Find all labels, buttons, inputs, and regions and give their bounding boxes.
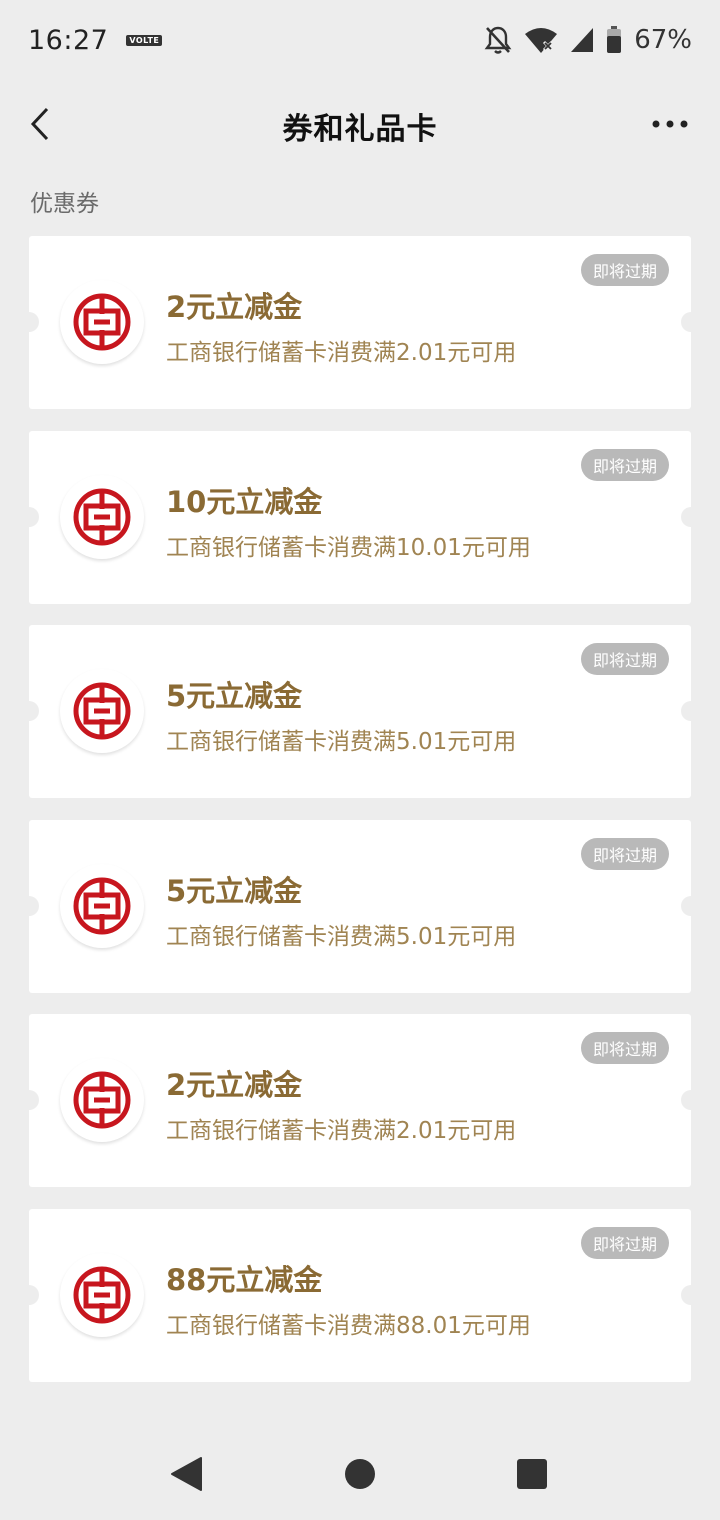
status-bar: 16:27 VOLTE 67%: [0, 0, 720, 80]
coupon-card[interactable]: 10元立减金 工商银行储蓄卡消费满10.01元可用 即将过期: [19, 430, 701, 604]
bank-logo: [60, 1058, 144, 1142]
coupon-title: 5元立减金: [166, 873, 303, 908]
coupon-desc: 工商银行储蓄卡消费满88.01元可用: [166, 1312, 531, 1339]
icbc-logo-icon: [73, 1266, 131, 1323]
battery-icon: [606, 26, 622, 54]
coupon-title: 2元立减金: [166, 1068, 303, 1102]
page-title: 券和礼品卡: [282, 112, 438, 147]
coupon-title: 10元立减金: [166, 484, 323, 519]
icbc-logo-icon: [73, 1071, 131, 1129]
wifi-icon: [524, 26, 558, 54]
system-back-button[interactable]: [166, 1454, 206, 1494]
coupon-notch: [19, 506, 39, 527]
coupon-desc: 工商银行储蓄卡消费满5.01元可用: [166, 729, 517, 755]
coupon-notch: [19, 1090, 39, 1110]
coupon-title: 5元立减金: [166, 679, 303, 713]
coupon-card[interactable]: 2元立减金 工商银行储蓄卡消费满2.01元可用 即将过期: [19, 236, 701, 409]
coupon-notch: [681, 312, 701, 332]
expire-badge: 即将过期: [581, 448, 669, 481]
coupon-notch: [681, 1090, 701, 1110]
expire-badge: 即将过期: [581, 1032, 669, 1064]
coupon-notch: [19, 1284, 39, 1305]
system-recents-button[interactable]: [512, 1454, 552, 1494]
coupon-card[interactable]: 88元立减金 工商银行储蓄卡消费满88.01元可用 即将过期: [19, 1208, 701, 1382]
icbc-logo-icon: [73, 293, 131, 351]
nav-bar: 券和礼品卡: [0, 86, 720, 162]
bank-logo: [60, 863, 144, 948]
circle-home-icon: [345, 1459, 375, 1489]
expire-badge: 即将过期: [581, 1226, 669, 1259]
expire-badge: 即将过期: [581, 837, 669, 870]
coupon-title: 88元立减金: [166, 1262, 323, 1297]
bank-logo: [60, 1252, 144, 1337]
coupon-title: 2元立减金: [166, 290, 303, 324]
square-recents-icon: [517, 1459, 547, 1489]
coupon-desc: 工商银行储蓄卡消费满5.01元可用: [166, 923, 517, 950]
signal-icon: [570, 27, 594, 53]
status-time: 16:27: [28, 24, 109, 56]
coupon-notch: [19, 312, 39, 332]
more-dots-icon: [652, 120, 688, 128]
coupon-notch: [19, 701, 39, 721]
coupon-card[interactable]: 5元立减金 工商银行储蓄卡消费满5.01元可用 即将过期: [19, 625, 701, 798]
status-left: 16:27 VOLTE: [28, 24, 163, 56]
section-label-coupons: 优惠券: [30, 191, 99, 217]
bank-logo: [60, 280, 144, 364]
coupon-card[interactable]: 2元立减金 工商银行储蓄卡消费满2.01元可用 即将过期: [19, 1014, 701, 1187]
bell-off-icon: [484, 25, 512, 55]
coupon-notch: [681, 1284, 701, 1305]
system-home-button[interactable]: [340, 1454, 380, 1494]
battery-percent: 67%: [634, 25, 692, 55]
status-right: 67%: [484, 25, 692, 55]
icbc-logo-icon: [73, 488, 131, 545]
coupon-desc: 工商银行储蓄卡消费满2.01元可用: [166, 1118, 517, 1144]
coupon-notch: [19, 895, 39, 916]
icbc-logo-icon: [73, 682, 131, 740]
coupon-card[interactable]: 5元立减金 工商银行储蓄卡消费满5.01元可用 即将过期: [19, 819, 701, 993]
coupon-desc: 工商银行储蓄卡消费满10.01元可用: [166, 534, 531, 561]
coupon-desc: 工商银行储蓄卡消费满2.01元可用: [166, 340, 517, 366]
coupon-notch: [681, 701, 701, 721]
expire-badge: 即将过期: [581, 643, 669, 675]
coupon-notch: [681, 895, 701, 916]
more-button[interactable]: [650, 108, 690, 140]
coupon-notch: [681, 506, 701, 527]
triangle-back-icon: [171, 1457, 202, 1491]
expire-badge: 即将过期: [581, 254, 669, 286]
system-nav-bar: [0, 1430, 720, 1514]
bank-logo: [60, 474, 144, 559]
volte-indicator: VOLTE: [126, 34, 163, 46]
coupon-list: 2元立减金 工商银行储蓄卡消费满2.01元可用 即将过期 10元立减金 工商银行…: [19, 236, 701, 1403]
icbc-logo-icon: [73, 877, 131, 934]
bank-logo: [60, 669, 144, 753]
